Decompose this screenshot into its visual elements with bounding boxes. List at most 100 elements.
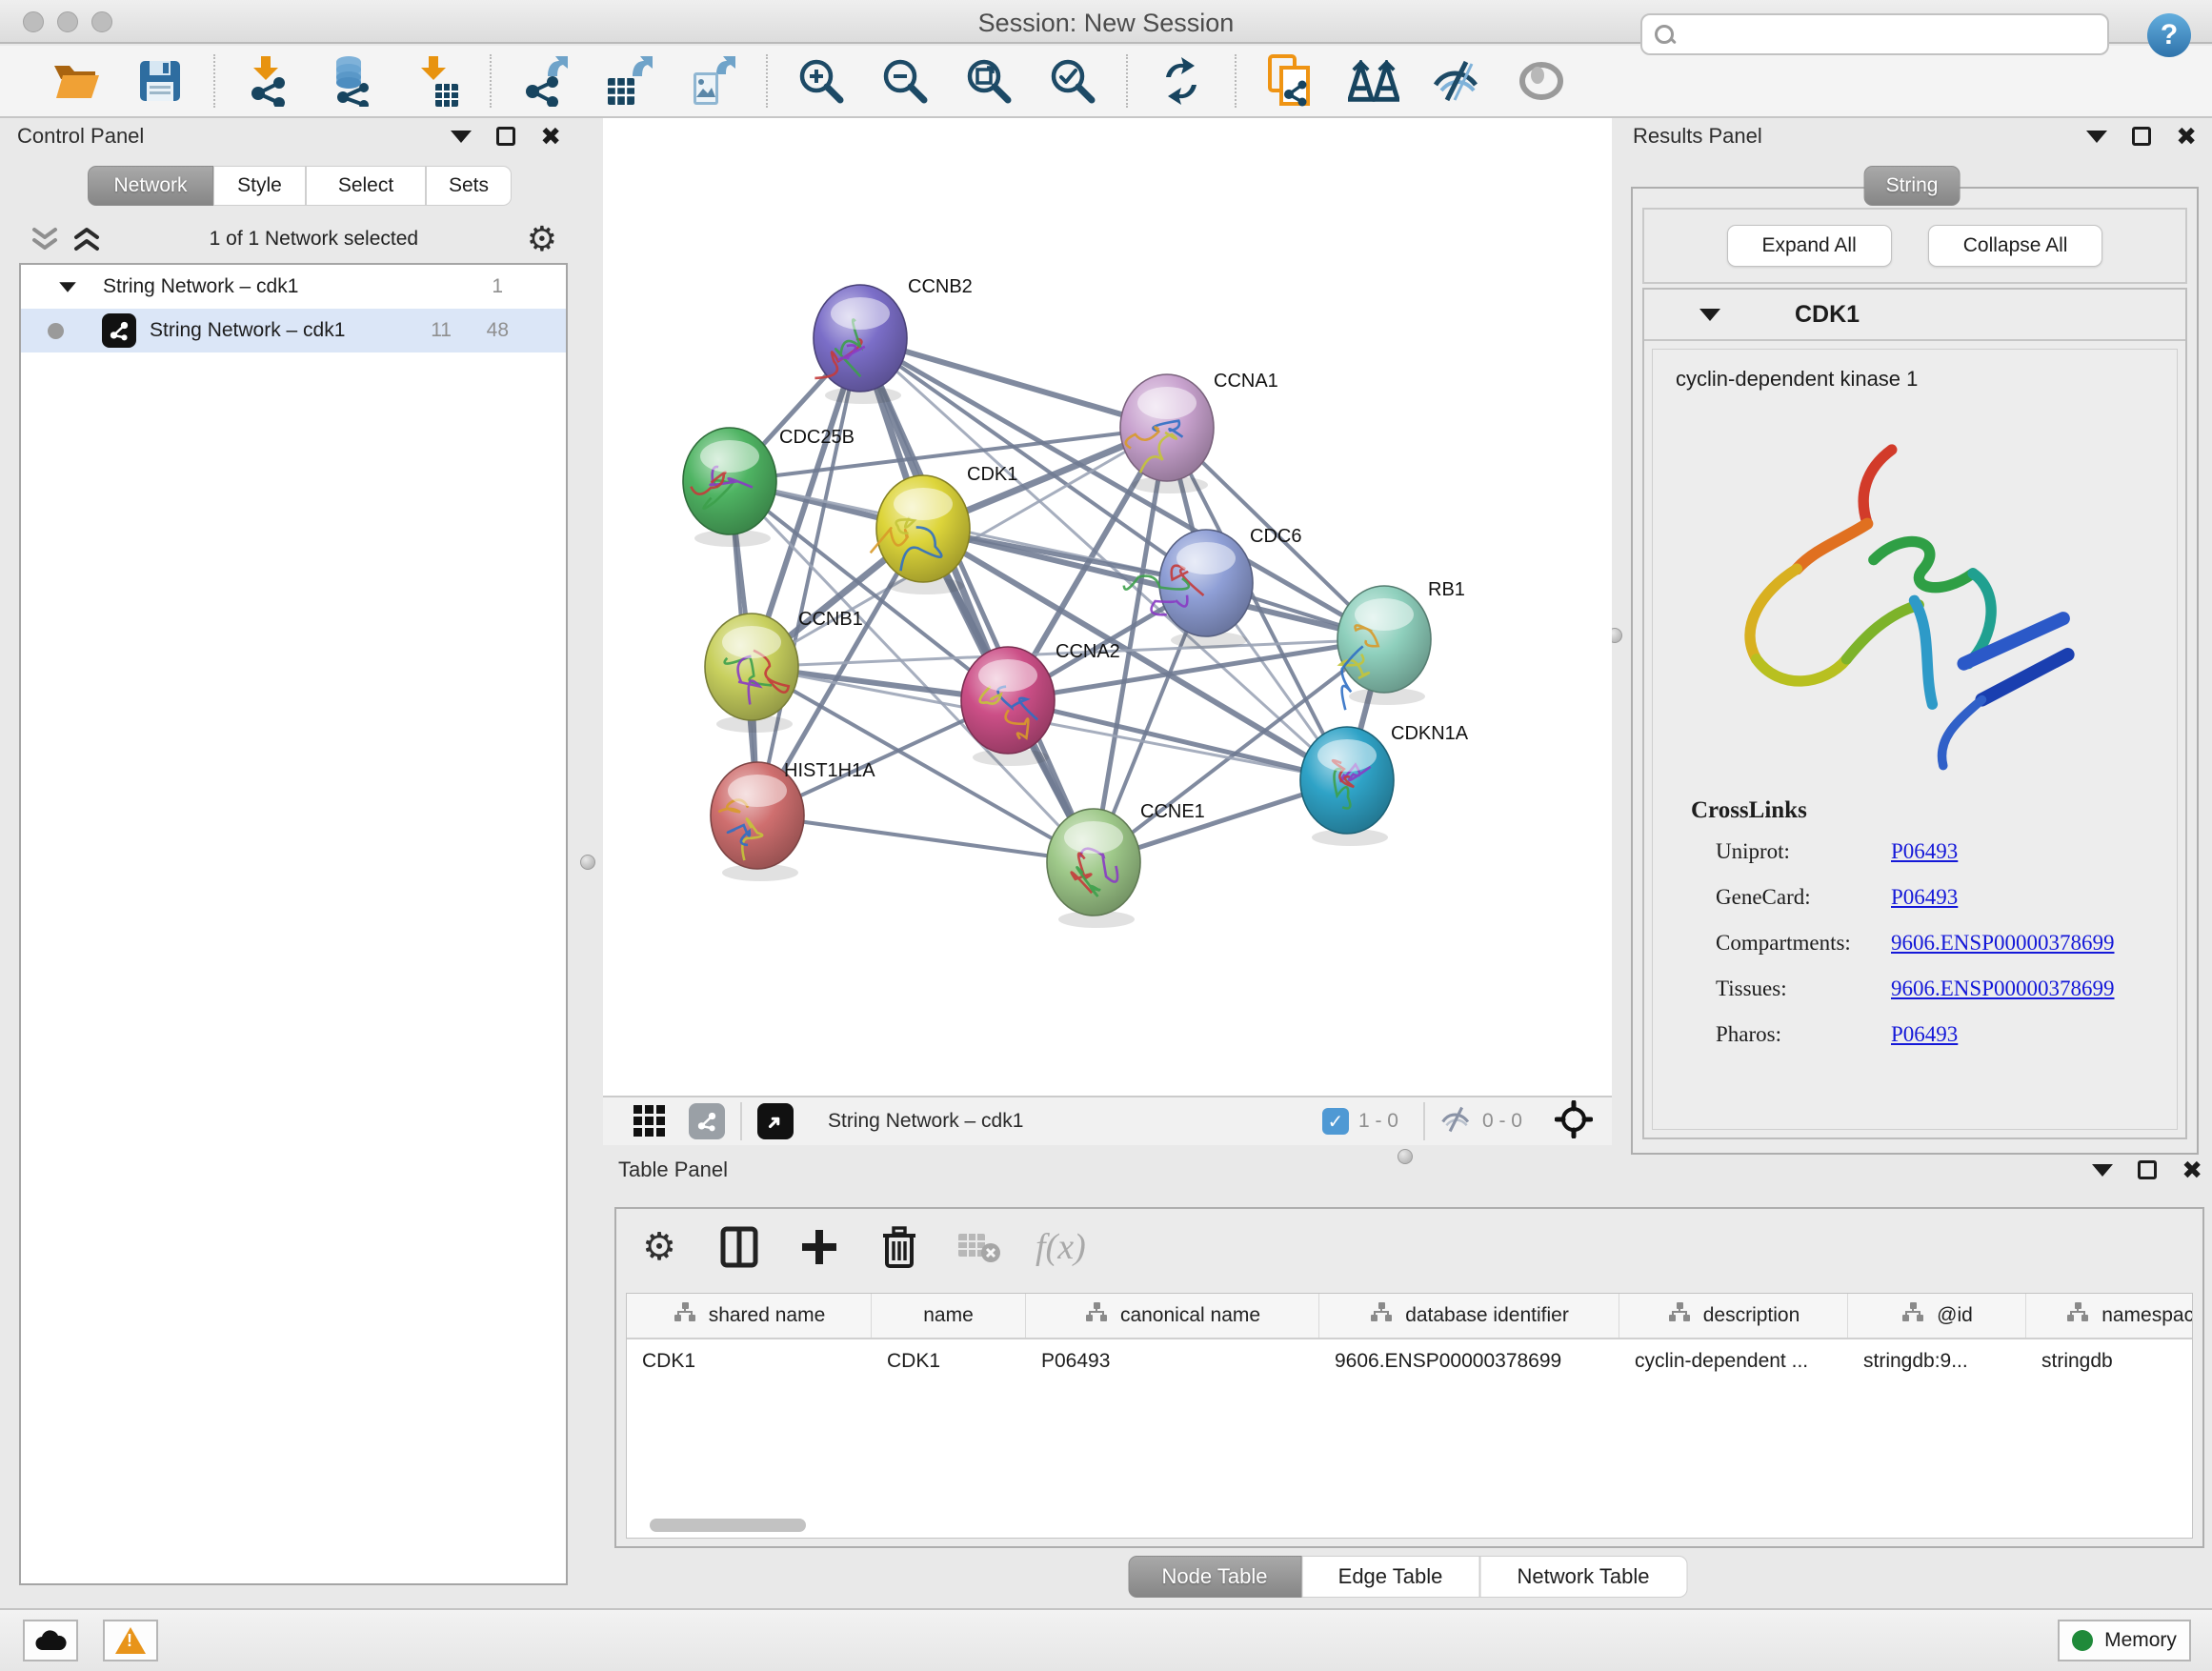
card-collapse-icon[interactable] <box>1699 309 1720 321</box>
column-header-shared-name[interactable]: shared name <box>627 1294 872 1338</box>
table-options-gear-icon[interactable]: ⚙ <box>635 1223 683 1271</box>
hidden-eye-icon[interactable] <box>1440 1105 1473 1138</box>
tab-edge-table[interactable]: Edge Table <box>1301 1556 1479 1598</box>
help-icon[interactable]: ? <box>2147 13 2191 57</box>
scrollbar-thumb[interactable] <box>650 1519 806 1532</box>
table-cell[interactable]: P06493 <box>1026 1350 1319 1373</box>
table-cell[interactable]: stringdb:9... <box>1848 1350 2026 1373</box>
column-header-canonical-name[interactable]: canonical name <box>1026 1294 1319 1338</box>
panel-float-icon[interactable] <box>496 127 515 146</box>
function-builder-icon[interactable]: f(x) <box>1036 1226 1086 1268</box>
table-cell[interactable]: 9606.ENSP00000378699 <box>1319 1350 1619 1373</box>
table-cell[interactable]: CDK1 <box>872 1350 1026 1373</box>
delete-column-icon[interactable] <box>875 1223 923 1271</box>
delete-table-icon[interactable] <box>955 1223 1003 1271</box>
node-table[interactable]: shared namenamecanonical namedatabase id… <box>626 1293 2193 1539</box>
import-table-file-icon[interactable] <box>411 55 462 107</box>
import-network-database-icon[interactable] <box>327 55 378 107</box>
network-node-CCNB2[interactable]: CCNB2 <box>814 276 973 404</box>
zoom-fit-icon[interactable] <box>963 55 1015 107</box>
tab-string[interactable]: String <box>1864 166 1961 206</box>
expand-all-button[interactable]: Expand All <box>1727 225 1892 267</box>
panel-menu-icon[interactable] <box>2086 131 2107 143</box>
tab-network[interactable]: Network <box>88 166 213 206</box>
search-bar[interactable] <box>1640 13 2109 55</box>
panel-close-icon[interactable]: ✖ <box>540 124 561 149</box>
collapse-all-networks-icon[interactable] <box>30 227 59 252</box>
refresh-icon[interactable] <box>1156 55 1207 107</box>
network-edge[interactable] <box>860 338 1094 862</box>
import-network-file-icon[interactable] <box>243 55 294 107</box>
column-header-database-identifier[interactable]: database identifier <box>1319 1294 1619 1338</box>
crosslink-compartments-link[interactable]: 9606.ENSP00000378699 <box>1891 931 2115 956</box>
column-type-icon <box>2065 1301 2090 1330</box>
protein-card-header[interactable]: CDK1 <box>1644 290 2185 341</box>
tab-select[interactable]: Select <box>306 166 426 206</box>
export-image-icon[interactable] <box>687 55 738 107</box>
show-columns-icon[interactable] <box>715 1223 763 1271</box>
network-share-view-icon[interactable] <box>689 1103 725 1139</box>
string-app-icon <box>102 313 136 348</box>
network-edge[interactable] <box>757 815 1094 862</box>
network-collection-row[interactable]: String Network – cdk1 1 <box>21 265 566 309</box>
panel-close-icon[interactable]: ✖ <box>2176 124 2197 149</box>
clone-network-icon[interactable] <box>1264 55 1316 107</box>
panel-menu-icon[interactable] <box>2092 1164 2113 1177</box>
warnings-button[interactable] <box>103 1620 158 1661</box>
table-row[interactable]: CDK1CDK1P064939606.ENSP00000378699cyclin… <box>627 1339 2192 1383</box>
cloud-status-button[interactable] <box>23 1620 78 1661</box>
table-cell[interactable]: CDK1 <box>627 1350 872 1373</box>
open-session-icon[interactable] <box>50 55 102 107</box>
zoom-out-icon[interactable] <box>879 55 931 107</box>
crosslink-tissues-link[interactable]: 9606.ENSP00000378699 <box>1891 976 2115 1001</box>
network-node-HIST1H1A[interactable]: HIST1H1A <box>711 760 875 881</box>
network-node-RB1[interactable]: RB1 <box>1337 579 1465 710</box>
column-header-namespace[interactable]: namespace <box>2026 1294 2193 1338</box>
network-node-CDKN1A[interactable]: CDKN1A <box>1300 723 1469 846</box>
column-header-description[interactable]: description <box>1619 1294 1848 1338</box>
panel-menu-icon[interactable] <box>451 131 472 143</box>
birds-eye-view-icon[interactable] <box>757 1103 794 1139</box>
tab-network-table[interactable]: Network Table <box>1479 1556 1687 1598</box>
network-edge[interactable] <box>757 338 860 815</box>
crosslink-genecard-link[interactable]: P06493 <box>1891 885 1958 910</box>
network-canvas[interactable]: CCNB2CCNA1CDC25BCDK1CDC6RB1CCNB1CCNA2CDK… <box>603 118 1612 1096</box>
zoom-selected-icon[interactable] <box>1047 55 1098 107</box>
zoom-in-icon[interactable] <box>795 55 847 107</box>
table-cell[interactable]: cyclin-dependent ... <box>1619 1350 1848 1373</box>
network-options-gear-icon[interactable]: ⚙ <box>527 222 557 256</box>
crosslink-uniprot-link[interactable]: P06493 <box>1891 839 1958 864</box>
export-network-icon[interactable] <box>519 55 571 107</box>
column-header--id[interactable]: @id <box>1848 1294 2026 1338</box>
hide-selected-icon[interactable] <box>1432 55 1483 107</box>
network-edges[interactable] <box>730 338 1384 862</box>
network-node-CCNE1[interactable]: CCNE1 <box>1047 801 1205 928</box>
left-splitter-handle[interactable] <box>580 855 595 870</box>
panel-close-icon[interactable]: ✖ <box>2182 1158 2202 1182</box>
column-header-name[interactable]: name <box>872 1294 1026 1338</box>
network-node-CCNA1[interactable]: CCNA1 <box>1120 371 1278 493</box>
panel-float-icon[interactable] <box>2138 1160 2157 1179</box>
pan-crosshair-icon[interactable] <box>1555 1100 1593 1143</box>
selected-nodes-checkbox-icon[interactable]: ✓ <box>1322 1108 1349 1135</box>
tab-node-table[interactable]: Node Table <box>1128 1556 1301 1598</box>
network-edge[interactable] <box>1008 700 1347 780</box>
collection-expand-icon[interactable] <box>59 282 76 292</box>
tab-style[interactable]: Style <box>213 166 306 206</box>
table-cell[interactable]: stringdb <box>2026 1350 2193 1373</box>
add-column-icon[interactable] <box>795 1223 843 1271</box>
expand-all-networks-icon[interactable] <box>72 227 101 252</box>
grid-view-icon[interactable] <box>626 1097 674 1145</box>
export-table-icon[interactable] <box>603 55 654 107</box>
table-horizontal-scrollbar[interactable] <box>638 1519 2181 1534</box>
tab-sets[interactable]: Sets <box>426 166 512 206</box>
show-all-icon[interactable] <box>1516 55 1567 107</box>
save-session-icon[interactable] <box>134 55 186 107</box>
first-neighbors-icon[interactable] <box>1348 55 1399 107</box>
crosslink-pharos-link[interactable]: P06493 <box>1891 1022 1958 1047</box>
collapse-all-button[interactable]: Collapse All <box>1928 225 2103 267</box>
memory-button[interactable]: Memory <box>2058 1620 2191 1661</box>
network-row-selected[interactable]: String Network – cdk1 11 48 <box>21 309 566 352</box>
panel-float-icon[interactable] <box>2132 127 2151 146</box>
search-input[interactable] <box>1682 23 2082 46</box>
